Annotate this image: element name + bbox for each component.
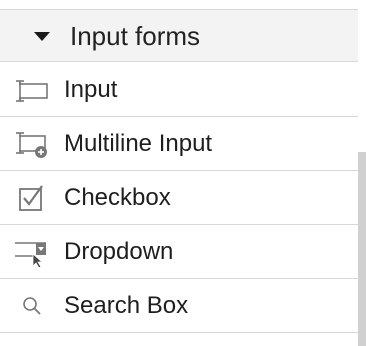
component-item-input[interactable]: Input [0, 63, 358, 117]
section-title: Input forms [70, 21, 201, 51]
caret-down-icon[interactable] [34, 32, 50, 41]
search-icon [12, 291, 50, 321]
multiline-input-icon [12, 129, 50, 159]
component-item-label: Multiline Input [64, 130, 213, 157]
component-item-label: Checkbox [64, 184, 171, 211]
component-item-multiline-input[interactable]: Multiline Input [0, 117, 358, 171]
component-panel: Input forms Input Multiline Input Checkb… [0, 0, 366, 346]
dropdown-icon [12, 237, 50, 269]
component-item-dropdown[interactable]: Dropdown [0, 225, 358, 279]
text-input-icon [12, 75, 50, 105]
checkbox-icon [12, 183, 50, 213]
component-item-search-box[interactable]: Search Box [0, 279, 358, 333]
component-item-checkbox[interactable]: Checkbox [0, 171, 358, 225]
scrollbar[interactable] [358, 152, 366, 346]
component-item-label: Input [64, 76, 118, 103]
component-item-label: Search Box [64, 292, 189, 319]
component-item-label: Dropdown [64, 238, 174, 265]
section-header-input-forms[interactable]: Input forms [0, 10, 358, 62]
